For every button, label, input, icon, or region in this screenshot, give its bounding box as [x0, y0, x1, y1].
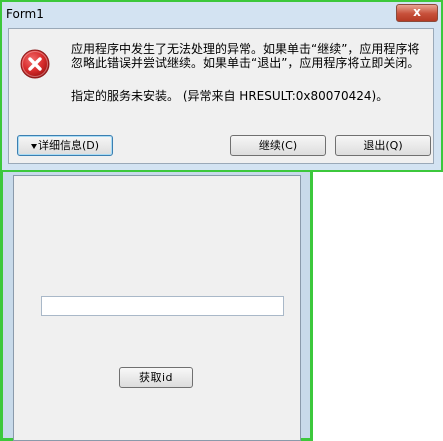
error-message: 应用程序中发生了无法处理的异常。如果单击“继续”，应用程序将忽略此错误并尝试继续… — [71, 42, 420, 70]
background-window-client: 获取id — [13, 175, 301, 441]
error-icon — [20, 49, 50, 79]
triangle-down-icon — [30, 143, 37, 149]
error-dialog: Form1 x 应用程序中发生了无法处理的异常。如果单击“继续”，应用程序将忽略… — [0, 0, 443, 172]
dialog-title: Form1 — [6, 7, 44, 21]
dialog-client: 应用程序中发生了无法处理的异常。如果单击“继续”，应用程序将忽略此错误并尝试继续… — [8, 28, 434, 164]
details-button[interactable]: 详细信息(D) — [17, 135, 113, 156]
dialog-titlebar[interactable]: Form1 x — [2, 2, 441, 26]
error-detail: 指定的服务未安装。 (异常来自 HRESULT:0x80070424)。 — [71, 89, 389, 103]
quit-button[interactable]: 退出(Q) — [335, 135, 431, 156]
close-icon: x — [413, 5, 421, 19]
id-textbox[interactable] — [41, 296, 284, 316]
fetch-id-button[interactable]: 获取id — [119, 367, 193, 388]
details-button-label: 详细信息(D) — [37, 139, 100, 152]
background-window: 获取id — [0, 150, 313, 441]
continue-button[interactable]: 继续(C) — [230, 135, 326, 156]
close-button[interactable]: x — [396, 4, 438, 22]
